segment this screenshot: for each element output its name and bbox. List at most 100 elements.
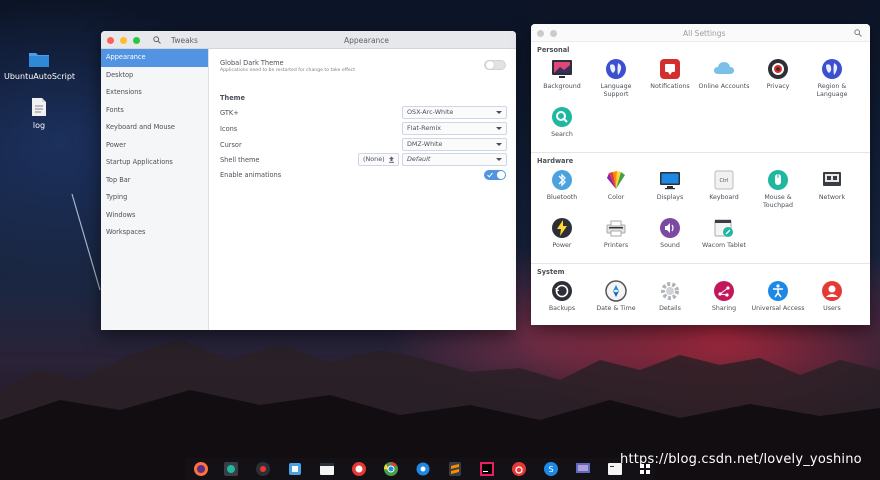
settings-item-label: Privacy [766,83,790,90]
sound-icon [660,218,680,238]
shell-theme-select[interactable]: Default [402,153,507,166]
dock-item-recorder[interactable] [255,461,271,477]
settings-item-label: Notifications [650,83,690,90]
displays-icon [660,172,680,190]
dock-item-firefox[interactable] [193,461,209,477]
dock-item-disk[interactable] [223,461,239,477]
backups-icon [552,281,572,301]
dock-item-help[interactable] [351,461,367,477]
settings-item-backups[interactable]: Backups [534,280,590,313]
dock-item-sublime[interactable] [447,461,463,477]
settings-item-wacom-tablet[interactable]: Wacom Tablet [696,217,752,250]
dock-item-skype[interactable]: S [543,461,559,477]
settings-window: All Settings Personal Background Languag… [531,24,870,325]
settings-item-online-accounts[interactable]: Online Accounts [696,58,752,91]
desktop-icon-log[interactable]: log [4,97,74,130]
close-button[interactable] [537,30,544,37]
files-blue-icon [289,463,301,475]
settings-item-label: Date & Time [596,305,636,312]
dock-item-chrome[interactable] [383,461,399,477]
settings-item-universal-access[interactable]: Universal Access [750,280,806,313]
tweaks-titlebar[interactable]: Tweaks Appearance [101,31,516,49]
section-system: System [537,268,565,276]
sidebar-item-extensions[interactable]: Extensions [101,84,208,102]
sidebar-item-power[interactable]: Power [101,137,208,155]
section-divider [531,263,870,264]
settings-item-notifications[interactable]: Notifications [642,58,698,91]
shell-theme-row: Shell theme (None) Default [220,153,507,167]
cursor-row: Cursor DMZ-White [220,138,507,152]
settings-item-search[interactable]: Search [534,106,590,139]
settings-item-printers[interactable]: Printers [588,217,644,250]
settings-item-bluetooth[interactable]: Bluetooth [534,169,590,202]
dock-item-files-blue[interactable] [287,461,303,477]
search-icon[interactable] [854,29,862,37]
cursor-theme-select[interactable]: DMZ-White [402,138,507,151]
theme-heading: Theme [220,94,246,102]
settings-gear-icon [416,462,430,476]
settings-item-network[interactable]: Network [804,169,860,202]
dock-item-intellij[interactable] [479,461,495,477]
search-icon[interactable] [153,36,161,44]
sidebar-item-startup-applications[interactable]: Startup Applications [101,154,208,172]
dock-item-window[interactable] [319,461,335,477]
sidebar-item-appearance[interactable]: Appearance [101,49,208,67]
settings-item-date-time[interactable]: Date & Time [588,280,644,313]
dock-item-screenshot[interactable] [575,461,591,477]
settings-item-details[interactable]: Details [642,280,698,313]
icons-label: Icons [220,125,238,133]
section-divider [531,152,870,153]
global-dark-theme-note: Applications need to be restarted for ch… [220,68,356,73]
settings-item-sharing[interactable]: Sharing [696,280,752,313]
close-button[interactable] [107,37,114,44]
gtk-theme-select[interactable]: OSX-Arc-White [402,106,507,119]
desktop-icon-ubuntuautoscript[interactable]: UbuntuAutoScript [4,50,75,81]
sidebar-item-fonts[interactable]: Fonts [101,102,208,120]
settings-item-displays[interactable]: Displays [642,169,698,202]
dock-item-netease-music[interactable] [511,461,527,477]
maximize-button[interactable] [133,37,140,44]
settings-item-privacy[interactable]: Privacy [750,58,806,91]
skype-icon: S [544,462,558,476]
settings-item-keyboard[interactable]: Ctrl Keyboard [696,169,752,202]
settings-item-power[interactable]: Power [534,217,590,250]
enable-animations-toggle[interactable] [484,170,506,180]
sidebar-item-typing[interactable]: Typing [101,189,208,207]
sidebar-item-desktop[interactable]: Desktop [101,67,208,85]
bluetooth-icon [552,170,572,190]
minimize-button[interactable] [550,30,557,37]
page-title: Appearance [344,35,390,45]
section-hardware: Hardware [537,157,574,165]
settings-item-mouse-touchpad[interactable]: Mouse & Touchpad [750,169,806,210]
settings-item-label: Mouse & Touchpad [763,194,793,209]
settings-item-label: Users [823,305,841,312]
sidebar-item-keyboard-mouse[interactable]: Keyboard and Mouse [101,119,208,137]
sidebar-item-workspaces[interactable]: Workspaces [101,224,208,242]
notifications-icon [660,59,680,79]
language-support-icon [606,59,626,79]
tweaks-window: Tweaks Appearance Appearance Desktop Ext… [101,31,516,330]
sidebar-item-top-bar[interactable]: Top Bar [101,172,208,190]
sublime-icon [449,462,461,476]
global-dark-theme-row: Global Dark Theme Applications need to b… [220,58,506,73]
shell-theme-none-button[interactable]: (None) [358,153,399,166]
settings-item-label: Displays [656,194,684,201]
global-dark-theme-toggle[interactable] [484,60,506,70]
recorder-icon [256,462,270,476]
global-dark-theme-label: Global Dark Theme [220,59,284,67]
icons-theme-select[interactable]: Flat-Remix [402,122,507,135]
sidebar-item-windows[interactable]: Windows [101,207,208,225]
settings-item-sound[interactable]: Sound [642,217,698,250]
dock-item-settings-gear[interactable] [415,461,431,477]
settings-item-color[interactable]: Color [588,169,644,202]
minimize-button[interactable] [120,37,127,44]
settings-titlebar[interactable]: All Settings [531,24,870,42]
settings-item-label: Background [543,83,581,90]
firefox-icon [194,462,208,476]
settings-item-language-support[interactable]: Language Support [588,58,644,99]
settings-item-users[interactable]: Users [804,280,860,313]
settings-item-region-language[interactable]: Region & Language [804,58,860,99]
power-icon [552,218,572,238]
region-language-icon [822,59,842,79]
settings-item-background[interactable]: Background [534,58,590,91]
